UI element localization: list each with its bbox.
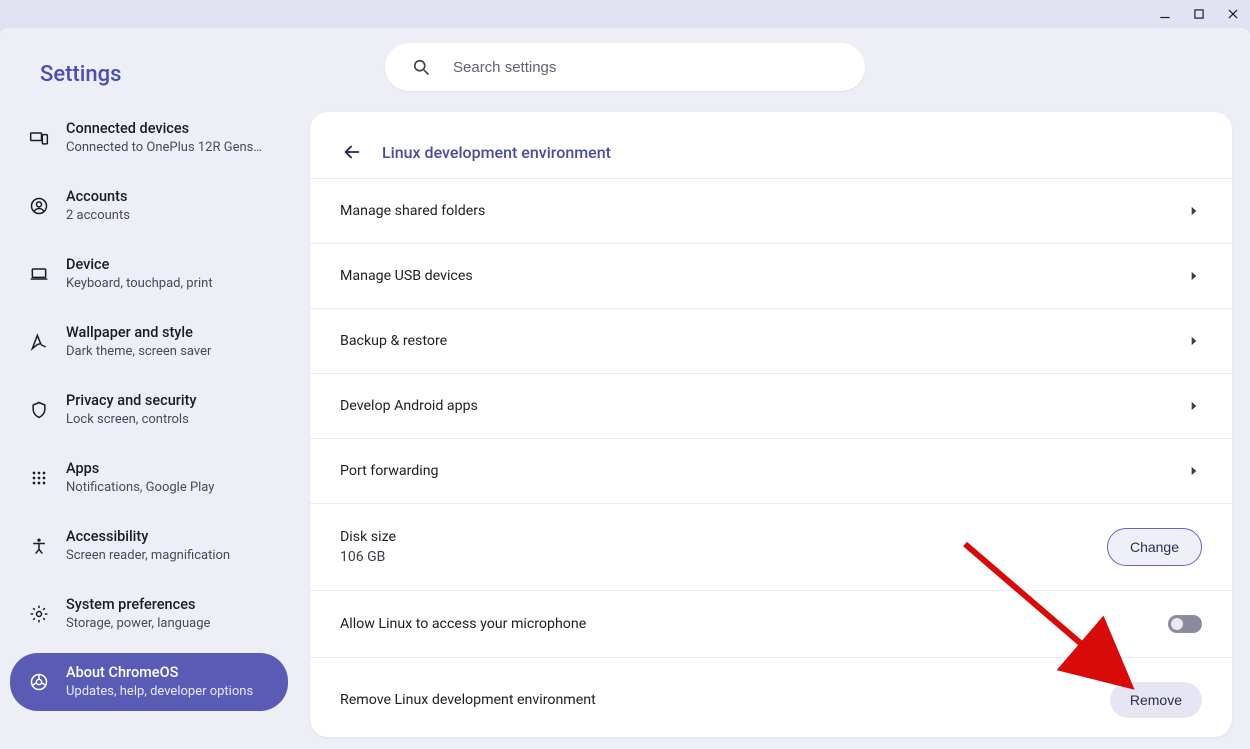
row-label: Remove Linux development environment <box>340 692 596 708</box>
row-android-apps[interactable]: Develop Android apps <box>310 374 1232 439</box>
sidebar-item-sublabel: 2 accounts <box>66 207 130 225</box>
row-label: Manage shared folders <box>340 203 485 219</box>
sidebar-item-sublabel: Keyboard, touchpad, print <box>66 275 213 293</box>
sidebar-item-label: Accessibility <box>66 527 230 547</box>
chevron-right-icon <box>1186 398 1202 414</box>
page-title: Linux development environment <box>382 143 611 162</box>
row-label: Disk size <box>340 529 396 545</box>
sidebar-item-label: Accounts <box>66 187 130 207</box>
sidebar-item-label: Connected devices <box>66 119 262 139</box>
row-disk-size: Disk size 106 GB Change <box>310 504 1232 591</box>
remove-button[interactable]: Remove <box>1110 682 1202 718</box>
sidebar-item-sublabel: Screen reader, magnification <box>66 547 230 565</box>
search-bar[interactable] <box>385 43 865 91</box>
chrome-icon <box>28 671 50 693</box>
sidebar-item-accounts[interactable]: Accounts 2 accounts <box>10 177 288 235</box>
chevron-right-icon <box>1186 268 1202 284</box>
devices-icon <box>28 127 50 149</box>
sidebar-item-device[interactable]: Device Keyboard, touchpad, print <box>10 245 288 303</box>
accessibility-icon <box>28 535 50 557</box>
sidebar: Settings Connected devices Connected to … <box>0 32 306 749</box>
sidebar-item-sublabel: Dark theme, screen saver <box>66 343 211 361</box>
row-label: Port forwarding <box>340 463 439 479</box>
row-label: Develop Android apps <box>340 398 478 414</box>
sidebar-item-privacy[interactable]: Privacy and security Lock screen, contro… <box>10 381 288 439</box>
sidebar-item-accessibility[interactable]: Accessibility Screen reader, magnificati… <box>10 517 288 575</box>
disk-size-value: 106 GB <box>340 549 396 565</box>
row-label: Manage USB devices <box>340 268 473 284</box>
app-title: Settings <box>0 32 306 109</box>
sidebar-item-sublabel: Updates, help, developer options <box>66 683 253 701</box>
mic-toggle[interactable] <box>1168 615 1202 633</box>
sidebar-item-sublabel: Lock screen, controls <box>66 411 197 429</box>
row-shared-folders[interactable]: Manage shared folders <box>310 179 1232 244</box>
window-minimize-button[interactable] <box>1156 5 1174 23</box>
row-port-forwarding[interactable]: Port forwarding <box>310 439 1232 504</box>
sidebar-item-label: Wallpaper and style <box>66 323 211 343</box>
sidebar-item-sublabel: Connected to OnePlus 12R Gens… <box>66 139 262 157</box>
sidebar-item-label: About ChromeOS <box>66 663 253 683</box>
sidebar-item-label: System preferences <box>66 595 210 615</box>
sidebar-item-wallpaper[interactable]: Wallpaper and style Dark theme, screen s… <box>10 313 288 371</box>
change-disk-button[interactable]: Change <box>1107 528 1202 566</box>
settings-list: Manage shared folders Manage USB devices… <box>310 178 1232 737</box>
search-input[interactable] <box>453 59 855 76</box>
sidebar-item-about[interactable]: About ChromeOS Updates, help, developer … <box>10 653 288 711</box>
row-label: Allow Linux to access your microphone <box>340 616 586 632</box>
row-label: Backup & restore <box>340 333 447 349</box>
window-maximize-button[interactable] <box>1190 5 1208 23</box>
sidebar-item-label: Device <box>66 255 213 275</box>
window-title-bar <box>0 0 1250 28</box>
sidebar-item-apps[interactable]: Apps Notifications, Google Play <box>10 449 288 507</box>
sidebar-item-sublabel: Storage, power, language <box>66 615 210 633</box>
chevron-right-icon <box>1186 463 1202 479</box>
app-shell: Settings Connected devices Connected to … <box>0 28 1250 749</box>
style-icon <box>28 331 50 353</box>
shield-icon <box>28 399 50 421</box>
row-remove-linux: Remove Linux development environment Rem… <box>310 658 1232 737</box>
page-header: Linux development environment <box>310 112 1232 178</box>
main-panel: Linux development environment Manage sha… <box>310 112 1232 737</box>
laptop-icon <box>28 263 50 285</box>
row-usb-devices[interactable]: Manage USB devices <box>310 244 1232 309</box>
sidebar-item-connected-devices[interactable]: Connected devices Connected to OnePlus 1… <box>10 109 288 167</box>
apps-icon <box>28 467 50 489</box>
row-mic-access: Allow Linux to access your microphone <box>310 591 1232 658</box>
back-button[interactable] <box>340 140 364 164</box>
search-icon <box>411 57 431 77</box>
sidebar-item-system-prefs[interactable]: System preferences Storage, power, langu… <box>10 585 288 643</box>
sidebar-item-sublabel: Notifications, Google Play <box>66 479 214 497</box>
account-icon <box>28 195 50 217</box>
row-backup-restore[interactable]: Backup & restore <box>310 309 1232 374</box>
chevron-right-icon <box>1186 203 1202 219</box>
sidebar-item-label: Privacy and security <box>66 391 197 411</box>
window-close-button[interactable] <box>1224 5 1242 23</box>
gear-icon <box>28 603 50 625</box>
nav-list: Connected devices Connected to OnePlus 1… <box>0 109 306 711</box>
chevron-right-icon <box>1186 333 1202 349</box>
sidebar-item-label: Apps <box>66 459 214 479</box>
